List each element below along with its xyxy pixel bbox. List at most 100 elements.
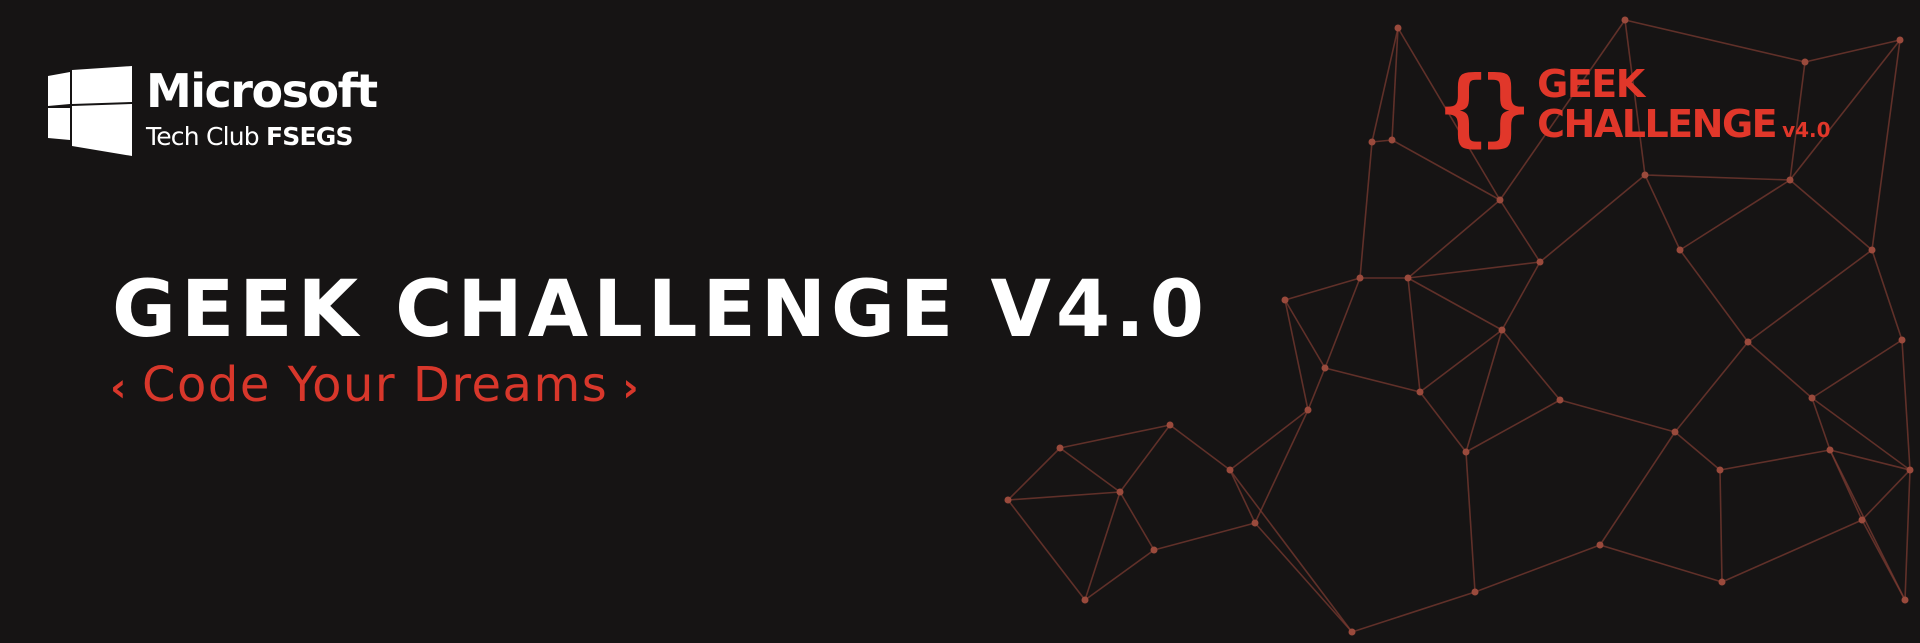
network-node [1641,171,1649,179]
network-node [1416,388,1424,396]
geek-challenge-logo-line1: GEEK [1537,62,1645,106]
network-line [1007,499,1086,601]
network-node [1304,406,1312,414]
network-line [1284,299,1309,411]
network-line [1254,409,1309,524]
network-line [1407,277,1503,331]
geek-challenge-logo-version: v4.0 [1782,118,1831,142]
network-node [1404,274,1412,282]
network-line [1829,449,1906,601]
curly-braces-icon: {} [1438,58,1531,156]
network-line [1059,447,1121,493]
network-node [1150,546,1158,554]
microsoft-wordmark: Microsoft [146,64,378,118]
network-line [1674,341,1749,433]
network-line [1811,339,1903,399]
network-line [1465,399,1561,453]
network-node [1348,628,1356,636]
page-title: GEEK CHALLENGE V4.0 [112,265,1210,355]
network-line [1324,277,1361,369]
network-node [1056,444,1064,452]
tech-club-label: Tech Club FSEGS [146,122,354,151]
network-line [1644,174,1681,251]
network-line [1559,399,1676,433]
network-line [1407,199,1501,279]
network-line [1747,341,1813,399]
network-node [1471,588,1479,596]
network-line [1679,179,1791,251]
network-line [1474,544,1601,593]
network-line [1499,199,1541,263]
windows-logo-icon [48,66,132,156]
network-node [1621,16,1629,24]
banner: Microsoft Tech Club FSEGS {} GEEK CHALLE… [0,0,1920,643]
network-line [1284,299,1326,369]
network-node [1744,338,1752,346]
network-node [1116,488,1124,496]
network-node [1718,578,1726,586]
network-node [1226,466,1234,474]
network-node [1081,596,1089,604]
network-line [1407,261,1541,279]
network-node [1716,466,1724,474]
network-line [1084,549,1155,601]
network-line [1501,329,1561,401]
network-node [1004,496,1012,504]
tagline: ‹ Code Your Dreams › [110,354,640,419]
network-line [1324,367,1421,393]
network-node [1356,274,1364,282]
tagline-text: Code Your Dreams [141,357,609,413]
network-line [1284,277,1361,301]
network-node [1556,396,1564,404]
network-line [1719,449,1831,471]
network-line [1351,591,1476,633]
network-line [1229,409,1309,471]
network-node [1462,448,1470,456]
network-line [1871,249,1903,341]
network-line [1371,27,1399,143]
network-node [1906,466,1914,474]
network-node [1786,176,1794,184]
network-line [1419,391,1467,453]
network-node [1321,364,1329,372]
chevron-right-icon: › [622,365,641,411]
network-line [1465,451,1476,593]
geek-challenge-logo: {} GEEK CHALLENGE v4.0 [1438,62,1831,152]
network-node [1901,596,1909,604]
network-line [1501,261,1541,331]
network-line [1407,277,1421,393]
network-node [1671,428,1679,436]
network-node [1166,421,1174,429]
network-line [1539,174,1646,263]
network-line [1359,141,1373,279]
network-node [1896,36,1904,44]
network-line [1674,431,1721,471]
network-node [1868,246,1876,254]
network-line [1789,179,1873,251]
network-node [1368,138,1376,146]
geek-challenge-logo-line2: CHALLENGE v4.0 [1537,102,1831,146]
network-line [1901,339,1911,471]
network-node [1281,296,1289,304]
network-node [1388,136,1396,144]
network-line [1229,469,1256,524]
network-line [1861,469,1911,521]
network-line [1419,329,1503,393]
microsoft-tech-club-logo: Microsoft Tech Club FSEGS [48,64,378,156]
network-line [1059,424,1171,449]
network-line [1719,469,1723,583]
network-line [1254,522,1353,633]
network-line [1119,424,1171,493]
network-line [1007,491,1121,501]
network-line [1084,491,1121,601]
chevron-left-icon: ‹ [110,365,128,411]
network-node [1676,246,1684,254]
network-node [1826,446,1834,454]
network-line [1153,522,1256,551]
network-line [1721,519,1863,583]
network-node [1394,24,1402,32]
network-line [1391,27,1399,141]
network-line [1747,249,1873,343]
network-line [1465,329,1503,453]
network-node [1251,519,1259,527]
